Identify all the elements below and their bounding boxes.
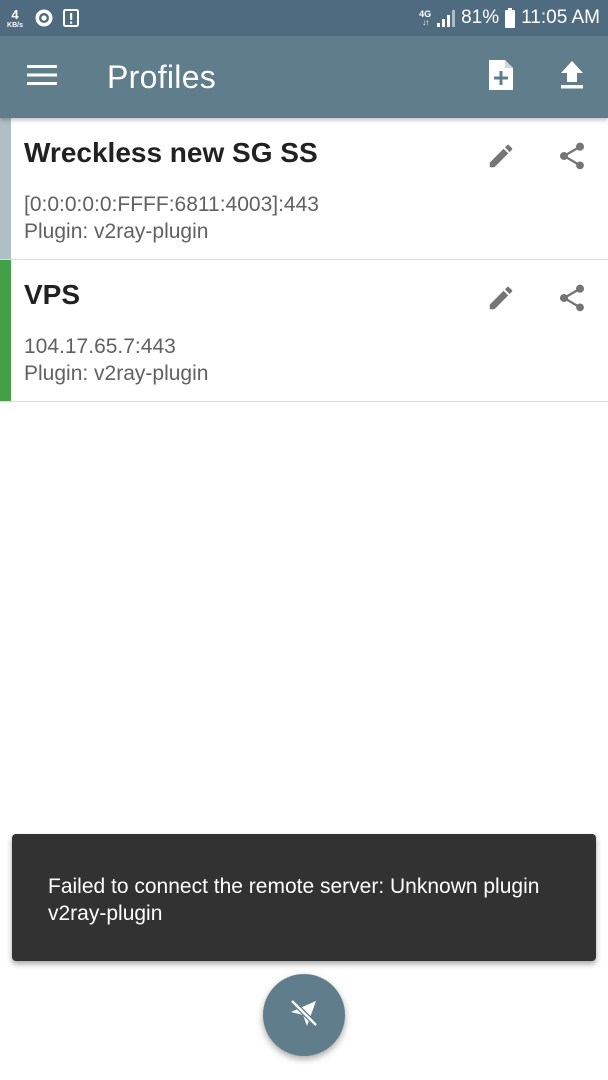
connect-fab[interactable] (263, 974, 345, 1056)
network-speed-value: 4 (11, 6, 19, 22)
status-bar-left: 4 KB/s (4, 4, 80, 32)
profile-name: VPS (24, 279, 81, 310)
share-button[interactable] (546, 132, 598, 184)
profile-item[interactable]: Wreckless new SG SS [0:0:0:0:0:FFFF:6811… (0, 118, 608, 260)
network-speed: 4 KB/s (4, 8, 26, 29)
menu-icon (27, 64, 57, 91)
edit-icon (486, 283, 516, 318)
app-bar: Profiles (0, 36, 608, 118)
upload-icon (559, 60, 585, 95)
profile-address: [0:0:0:0:0:FFFF:6811:4003]:443 (24, 193, 319, 216)
plane-off-icon (287, 996, 321, 1035)
edit-icon (486, 141, 516, 176)
profile-status-bar (0, 260, 11, 401)
status-bar-right: 4G ↓↑ 81% 11:05 AM (419, 4, 600, 32)
profile-plugin: Plugin: v2ray-plugin (24, 362, 209, 385)
page-title: Profiles (107, 59, 217, 95)
battery-icon (504, 8, 516, 28)
add-profile-button[interactable] (473, 49, 529, 105)
share-button[interactable] (546, 274, 598, 326)
network-arrows: ↓↑ (422, 17, 429, 27)
share-icon (556, 282, 588, 319)
profile-item[interactable]: VPS 104.17.65.7:443 Plugin: v2ray-plugin (0, 260, 608, 402)
status-bar: 4 KB/s 4G ↓↑ 81% 11:05 AM (0, 0, 608, 36)
snackbar-message: Failed to connect the remote server: Unk… (48, 875, 540, 925)
profile-status-bar (0, 118, 11, 259)
vpn-key-icon (34, 8, 54, 28)
network-speed-unit: KB/s (7, 21, 23, 29)
edit-button[interactable] (475, 274, 527, 326)
profile-list: Wreckless new SG SS [0:0:0:0:0:FFFF:6811… (0, 118, 608, 402)
profile-plugin: Plugin: v2ray-plugin (24, 220, 209, 243)
share-icon (556, 140, 588, 177)
clock: 11:05 AM (521, 7, 600, 28)
battery-percent: 81% (461, 7, 500, 28)
profile-name: Wreckless new SG SS (24, 137, 318, 168)
signal-icon (436, 9, 456, 27)
network-type: 4G ↓↑ (419, 9, 431, 27)
edit-button[interactable] (475, 132, 527, 184)
profile-address: 104.17.65.7:443 (24, 335, 176, 358)
menu-button[interactable] (14, 49, 70, 105)
upload-button[interactable] (544, 49, 600, 105)
error-snackbar: Failed to connect the remote server: Unk… (12, 834, 596, 961)
add-file-icon (487, 58, 515, 97)
alert-icon (62, 8, 80, 28)
